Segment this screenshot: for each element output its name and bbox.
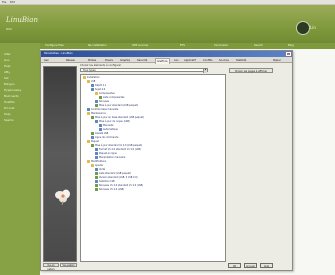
folder-icon	[91, 164, 94, 167]
folder-icon	[83, 76, 86, 79]
view-levels-alt-button[interactable]: Vue paliers	[60, 263, 77, 267]
tab-reseau[interactable]: Réseau	[66, 58, 75, 63]
view-levels-button[interactable]: Vue en paliers	[43, 263, 59, 271]
file-icon	[91, 88, 94, 91]
checkbox-icon	[91, 132, 94, 135]
tab-applicatif[interactable]: Applicatif	[184, 58, 196, 63]
filter-select[interactable]: Tous types ▼	[80, 68, 208, 73]
filter-select-value: Tous types	[83, 69, 96, 72]
sidebar-item[interactable]: Boot sects	[4, 94, 19, 98]
right-logo: Lin	[296, 21, 332, 35]
dialog-title: Paramètres - LinuBian	[44, 52, 73, 55]
checkbox-icon	[95, 188, 98, 191]
checkbox-icon	[95, 176, 98, 179]
left-sidebar: Alter Gov Help AMy Set Blingoo Hypernews…	[0, 43, 40, 275]
file-icon	[95, 120, 98, 123]
folder-icon	[87, 112, 90, 115]
file-icon	[91, 84, 94, 87]
file-icon	[95, 100, 98, 103]
tab-conflits[interactable]: Conflits	[203, 58, 212, 63]
tab-greffons[interactable]: Greffons	[155, 58, 170, 64]
folder-icon	[87, 140, 90, 143]
tab-sources[interactable]: Sources	[219, 58, 229, 63]
side-photo	[43, 66, 77, 262]
app-brand-subtitle: RSS	[6, 27, 12, 31]
choose-pages-button[interactable]: Choisir les pages à afficher	[229, 68, 273, 73]
flower-image	[55, 189, 70, 205]
sidebar-item[interactable]: Set	[4, 76, 9, 80]
tab-stabilite[interactable]: Stabilité	[236, 58, 246, 63]
logo-text: Lin	[310, 25, 316, 30]
folder-icon	[95, 92, 98, 95]
dialog-tab-strip: Gen Réseau Pilotes Divers Graphiq Sécuri…	[41, 57, 292, 64]
tree-panel[interactable]: Installation LSB Dépôt 2.1 Sujet 2.0 Com…	[80, 74, 226, 262]
file-icon	[95, 148, 98, 151]
file-icon	[95, 168, 98, 171]
os-menu-file[interactable]: File	[2, 1, 6, 4]
tab-papier[interactable]: Papier	[273, 58, 281, 63]
checkbox-icon	[95, 172, 98, 175]
tab-pilotes[interactable]: Pilotes	[88, 58, 96, 63]
checkbox-icon	[99, 96, 102, 99]
ok-button[interactable]: OK	[228, 263, 241, 268]
sidebar-item[interactable]: AMy	[4, 70, 10, 74]
settings-dialog: Paramètres - LinuBian × Gen Réseau Pilot…	[40, 50, 293, 271]
file-icon	[95, 152, 98, 155]
sidebar-item[interactable]: Pro Inst	[4, 106, 14, 110]
tab-securite[interactable]: Sécurité	[137, 58, 147, 63]
file-icon	[99, 128, 102, 131]
cancel-button[interactable]: Annuler	[244, 263, 257, 268]
sidebar-item[interactable]: Blingoo	[4, 82, 14, 86]
tree-item[interactable]: Nouveau Vx 2.0 (LSB)	[95, 188, 124, 192]
sidebar-item[interactable]: Hypernewsy	[4, 88, 21, 92]
sidebar-item[interactable]: Hostfile	[4, 100, 15, 104]
logo-circle-icon	[296, 21, 310, 35]
chevron-down-icon[interactable]: ▼	[203, 69, 207, 73]
tab-gen[interactable]: Gen	[44, 58, 49, 63]
checkbox-icon	[91, 116, 94, 119]
file-icon	[99, 124, 102, 127]
sidebar-item[interactable]: Gov	[4, 58, 10, 62]
sidebar-item[interactable]: Sparko	[4, 118, 14, 122]
sidebar-item[interactable]: Help	[4, 64, 10, 68]
sidebar-item[interactable]: Alter	[4, 52, 11, 56]
folder-icon	[87, 80, 90, 83]
tab-graphiq[interactable]: Graphiq	[120, 58, 130, 63]
file-icon	[87, 108, 90, 111]
file-icon	[95, 180, 98, 183]
app-header	[0, 5, 335, 43]
sidebar-item[interactable]: Help	[4, 112, 10, 116]
checkbox-icon	[91, 144, 94, 147]
checkbox-icon	[95, 184, 98, 187]
folder-icon	[87, 160, 90, 163]
tab-lan[interactable]: Lan	[174, 58, 179, 63]
checkbox-icon	[95, 104, 98, 107]
app-brand: LinuBian	[6, 16, 38, 24]
os-menu-edit[interactable]: Edit	[10, 1, 15, 4]
help-button[interactable]: Aide	[260, 263, 273, 268]
tab-divers[interactable]: Divers	[105, 58, 113, 63]
file-icon	[91, 136, 94, 139]
hint-text: Choisir les éléments à configurer	[80, 64, 122, 67]
file-icon	[95, 156, 98, 159]
close-button[interactable]: ×	[286, 52, 291, 57]
